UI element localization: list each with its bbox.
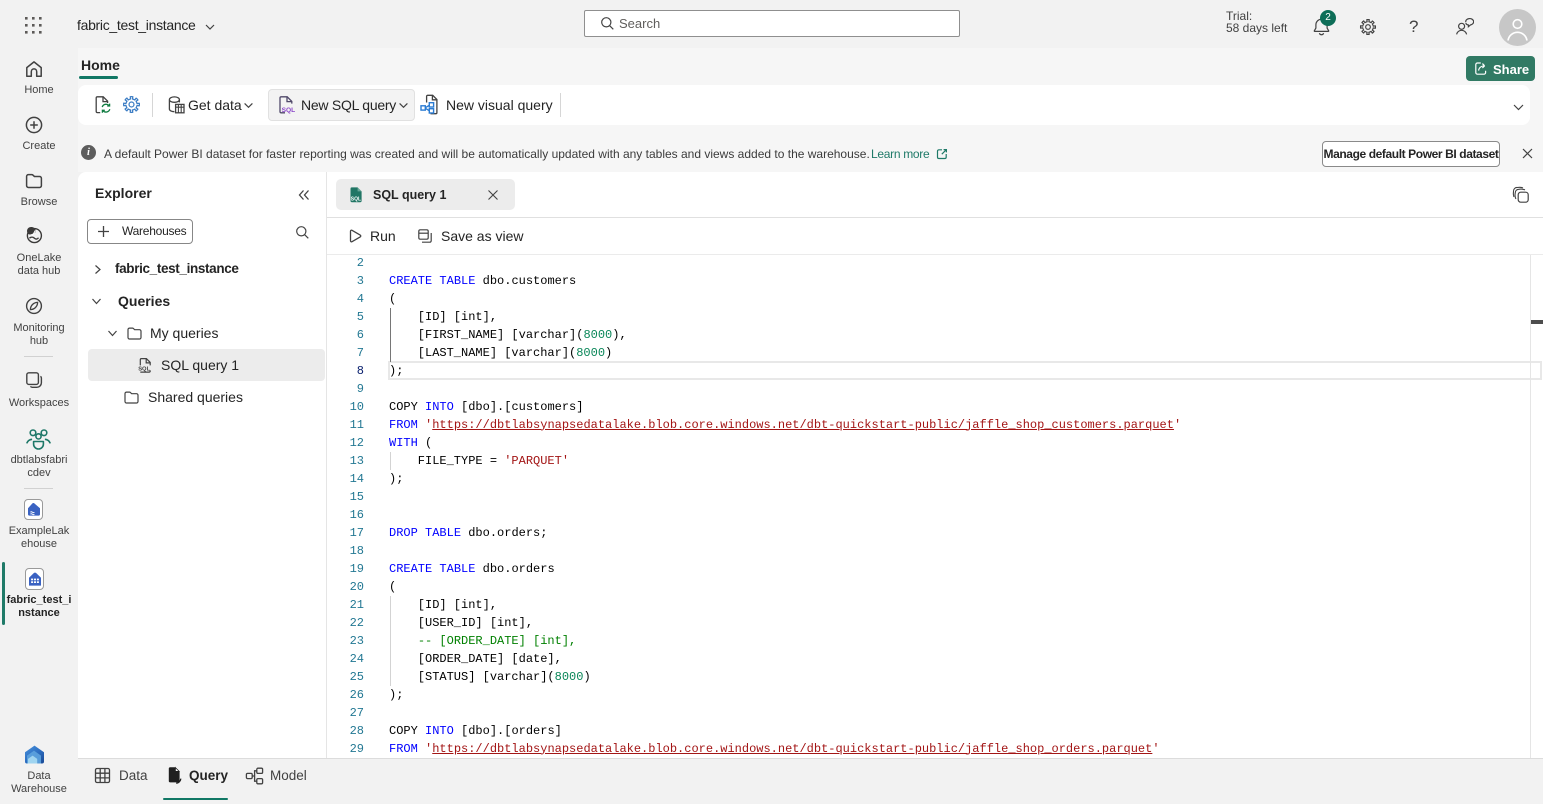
svg-text:SQL: SQL bbox=[138, 367, 150, 373]
svg-text:SQL: SQL bbox=[282, 107, 295, 114]
svg-text:SQL: SQL bbox=[351, 196, 361, 202]
